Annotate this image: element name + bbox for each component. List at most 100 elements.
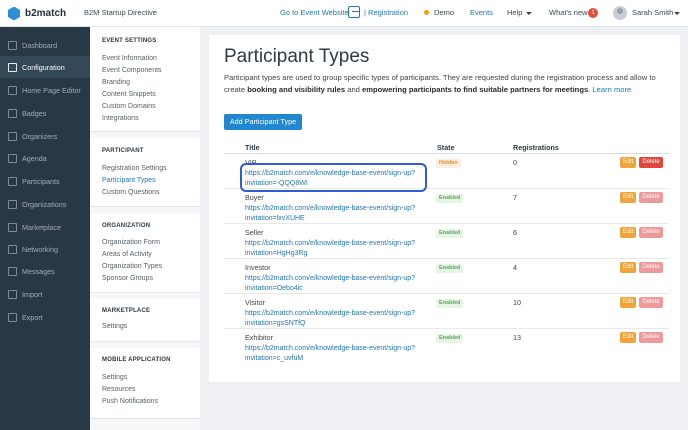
- badge-icon: [8, 108, 17, 118]
- event-settings-section: EVENT SETTINGS Event Information Event C…: [90, 27, 200, 132]
- delete-button[interactable]: Delete: [639, 157, 663, 168]
- settings-link-custom-questions[interactable]: Custom Questions: [102, 189, 160, 196]
- nav-item-configuration[interactable]: Configuration: [0, 56, 90, 78]
- help-chevron-down-icon: [526, 12, 532, 15]
- registrations-count: 7: [513, 193, 517, 202]
- help-menu[interactable]: Help: [507, 8, 522, 17]
- edit-button[interactable]: Edit: [620, 262, 636, 273]
- nav-label: Organizers: [22, 131, 58, 141]
- state-badge: Enabled: [436, 264, 464, 273]
- handshake-icon: [8, 244, 17, 254]
- event-title: B2M Startup Directive: [84, 8, 157, 17]
- nav-item-export[interactable]: Export: [0, 306, 90, 328]
- user-name-menu[interactable]: Sarah Smith: [632, 8, 673, 17]
- link-line: https://b2match.com/e/knowledge-base-eve…: [245, 205, 416, 212]
- add-participant-type-button[interactable]: Add Participant Type: [224, 114, 302, 130]
- nav-item-badges[interactable]: Badges: [0, 102, 90, 124]
- participant-types-panel: Participant Types Participant types are …: [209, 35, 680, 382]
- whats-new-count-badge: 1: [588, 8, 598, 18]
- column-header-title: Title: [245, 143, 260, 152]
- gear-icon: [8, 62, 17, 72]
- nav-item-organizers[interactable]: Organizers: [0, 125, 90, 147]
- settings-link-organization-types[interactable]: Organization Types: [102, 263, 162, 270]
- edit-button[interactable]: Edit: [620, 227, 636, 238]
- dashboard-icon: [8, 40, 17, 50]
- nav-label: Agenda: [22, 153, 47, 163]
- nav-item-participants[interactable]: Participants: [0, 170, 90, 192]
- intro-bold: empowering participants to find suitable…: [362, 84, 589, 94]
- delete-button[interactable]: Delete: [639, 262, 663, 273]
- delete-button[interactable]: Delete: [639, 192, 663, 203]
- settings-link-event-information[interactable]: Event Information: [102, 55, 157, 62]
- link-line: https://b2match.com/e/knowledge-base-eve…: [245, 240, 416, 247]
- events-link[interactable]: Events: [470, 8, 493, 17]
- settings-link-organization-form[interactable]: Organization Form: [102, 239, 160, 246]
- settings-link-push-notifications[interactable]: Push Notifications: [102, 398, 158, 405]
- intro-part: and: [345, 84, 363, 94]
- edit-button[interactable]: Edit: [620, 192, 636, 203]
- store-icon: [8, 222, 17, 232]
- link-line: invitation=HgHg3Rg: [245, 250, 308, 257]
- edit-button[interactable]: Edit: [620, 332, 636, 343]
- invitation-link[interactable]: https://b2match.com/e/knowledge-base-eve…: [245, 344, 430, 364]
- settings-link-sponsor-groups[interactable]: Sponsor Groups: [102, 275, 153, 282]
- demo-status-dot-icon: [424, 10, 429, 15]
- section-heading: MOBILE APPLICATION: [102, 357, 171, 363]
- edit-button[interactable]: Edit: [620, 157, 636, 168]
- intro-bold: booking and visibility rules: [247, 84, 346, 94]
- settings-link-custom-domains[interactable]: Custom Domains: [102, 103, 156, 110]
- invitation-link[interactable]: https://b2match.com/e/knowledge-base-eve…: [245, 239, 430, 259]
- edit-button[interactable]: Edit: [620, 297, 636, 308]
- invitation-link[interactable]: https://b2match.com/e/knowledge-base-eve…: [245, 309, 430, 329]
- nav-item-organizations[interactable]: Organizations: [0, 193, 90, 215]
- section-heading: ORGANIZATION: [102, 223, 151, 229]
- delete-button[interactable]: Delete: [639, 297, 663, 308]
- settings-link-areas-of-activity[interactable]: Areas of Activity: [102, 251, 152, 258]
- section-heading: EVENT SETTINGS: [102, 38, 157, 44]
- nav-label: Marketplace: [22, 222, 62, 232]
- invitation-link[interactable]: https://b2match.com/e/knowledge-base-eve…: [245, 204, 430, 224]
- nav-item-networking[interactable]: Networking: [0, 238, 90, 260]
- main-sidebar: Dashboard Configuration Home Page Editor…: [0, 27, 90, 430]
- intro-text: Participant types are used to group spec…: [224, 72, 669, 95]
- settings-link-registration-settings[interactable]: Registration Settings: [102, 165, 167, 172]
- delete-button[interactable]: Delete: [639, 332, 663, 343]
- nav-item-agenda[interactable]: Agenda: [0, 147, 90, 169]
- settings-link-participant-types[interactable]: Participant Types: [102, 177, 156, 184]
- page-title: Participant Types: [224, 46, 370, 67]
- row-title: Seller: [245, 228, 264, 237]
- settings-link-content-snippets[interactable]: Content Snippets: [102, 91, 156, 98]
- registrations-count: 13: [513, 333, 521, 342]
- mail-icon: [8, 266, 17, 276]
- delete-button[interactable]: Delete: [639, 227, 663, 238]
- brand-logo[interactable]: b2match: [8, 5, 66, 22]
- nav-item-marketplace[interactable]: Marketplace: [0, 216, 90, 238]
- user-avatar[interactable]: [613, 6, 627, 20]
- settings-link-resources[interactable]: Resources: [102, 386, 135, 393]
- settings-link-branding[interactable]: Branding: [102, 79, 130, 86]
- nav-item-home-page-editor[interactable]: Home Page Editor: [0, 79, 90, 101]
- nav-label: Networking: [22, 244, 58, 254]
- nav-item-dashboard[interactable]: Dashboard: [0, 34, 90, 56]
- demo-label: Demo: [434, 8, 455, 17]
- whats-new-link[interactable]: What's new: [549, 8, 588, 17]
- link-line: https://b2match.com/e/knowledge-base-eve…: [245, 275, 416, 282]
- table-row: Visitor https://b2match.com/e/knowledge-…: [224, 294, 669, 329]
- nav-label: Export: [22, 312, 43, 322]
- nav-item-import[interactable]: Import: [0, 283, 90, 305]
- invitation-link[interactable]: https://b2match.com/e/knowledge-base-eve…: [245, 274, 430, 294]
- learn-more-link[interactable]: Learn more: [592, 85, 631, 94]
- settings-sidebar: EVENT SETTINGS Event Information Event C…: [90, 27, 200, 430]
- settings-link-mobile-settings[interactable]: Settings: [102, 374, 127, 381]
- users-icon: [8, 131, 17, 141]
- settings-link-integrations[interactable]: Integrations: [102, 115, 139, 122]
- external-link-icon[interactable]: [348, 6, 360, 18]
- settings-link-event-components[interactable]: Event Components: [102, 67, 162, 74]
- nav-label: Badges: [22, 108, 47, 118]
- registration-link[interactable]: | Registration: [364, 8, 408, 17]
- table-row: Exhibitor https://b2match.com/e/knowledg…: [224, 329, 669, 364]
- go-to-event-website-link[interactable]: Go to Event Website: [280, 8, 349, 17]
- nav-item-messages[interactable]: Messages: [0, 260, 90, 282]
- settings-link-marketplace-settings[interactable]: Settings: [102, 323, 127, 330]
- state-badge: Enabled: [436, 194, 464, 203]
